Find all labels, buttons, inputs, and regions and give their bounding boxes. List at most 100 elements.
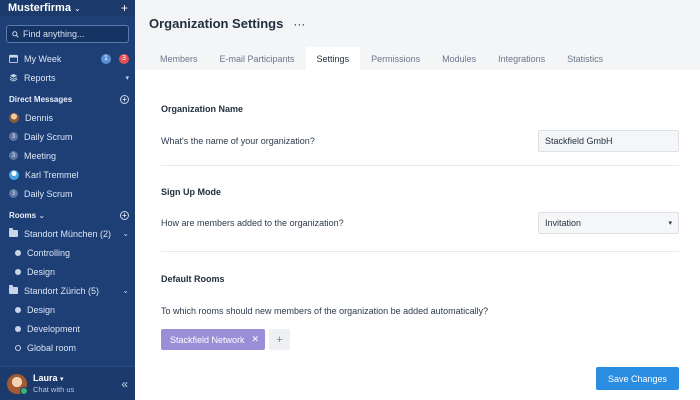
room-label: Standort Zürich (5) [24, 285, 100, 296]
add-room-icon[interactable]: + [120, 211, 129, 220]
room-dot-icon [15, 249, 21, 256]
sidebar-header: Musterfirma ⌄ + [0, 0, 135, 16]
rooms-header: Rooms ⌄ + [0, 207, 135, 224]
avatar[interactable] [7, 373, 28, 395]
section-title[interactable]: Rooms ⌄ [9, 211, 120, 220]
dm-label: Daily Scrum [24, 131, 73, 142]
section-title: Direct Messages [9, 95, 73, 104]
sidebar-item-label: My Week [24, 53, 62, 64]
folder-icon [9, 285, 18, 294]
search-input[interactable] [23, 29, 123, 39]
room-item-controlling[interactable]: Controlling [0, 243, 135, 262]
chevron-down-icon: ⌄ [73, 3, 81, 13]
settings-panel: Organization Name What's the name of you… [135, 70, 700, 400]
room-item-global-room[interactable]: Global room [0, 338, 135, 357]
dm-item-daily-scrum-2[interactable]: 3 Daily Scrum [0, 184, 135, 203]
chevron-down-icon[interactable]: ⌄ [122, 229, 129, 238]
main-content: Organization Settings ··· Members E-mail… [135, 0, 700, 400]
question-text: What's the name of your organization? [161, 136, 315, 146]
dm-label: Daily Scrum [24, 188, 73, 199]
sidebar-item-reports[interactable]: Reports ▾ [0, 68, 135, 87]
search-icon [12, 30, 19, 38]
save-changes-button[interactable]: Save Changes [596, 367, 679, 390]
room-folder-muenchen[interactable]: Standort München (2) ⌄ [0, 224, 135, 243]
user-menu[interactable]: Laura ▾ Chat with us [33, 373, 115, 393]
brand-name: Musterfirma [8, 2, 71, 14]
dm-item-daily-scrum[interactable]: 3 Daily Scrum [0, 127, 135, 146]
sidebar-item-my-week[interactable]: My Week 1 3 [0, 49, 135, 68]
org-switcher[interactable]: Musterfirma ⌄ [8, 2, 121, 14]
search-box[interactable] [6, 25, 129, 43]
room-dot-icon [15, 325, 21, 332]
direct-messages-header: Direct Messages + [0, 91, 135, 108]
close-icon[interactable]: ✕ [252, 334, 260, 345]
room-dot-icon [15, 344, 21, 351]
sidebar: Musterfirma ⌄ + My Week 1 3 Reports ▾ Di… [0, 0, 135, 400]
member-count-icon: 3 [9, 189, 18, 198]
alert-badge: 3 [119, 53, 129, 64]
room-label: Development [27, 323, 81, 334]
page-header: Organization Settings ··· [135, 0, 700, 47]
add-direct-message-icon[interactable]: + [120, 95, 129, 104]
user-status: Chat with us [33, 384, 75, 394]
section-title: Sign Up Mode [161, 187, 221, 197]
default-rooms-section: Default Rooms To which rooms should new … [161, 252, 679, 390]
add-room-button[interactable]: + [269, 329, 291, 350]
signup-mode-section: Sign Up Mode How are members added to th… [161, 166, 679, 252]
chevron-down-icon: ▾ [125, 74, 129, 82]
chevron-down-icon: ▾ [668, 220, 672, 227]
question-text: To which rooms should new members of the… [161, 306, 489, 316]
dm-label: Dennis [25, 112, 54, 123]
tab-permissions[interactable]: Permissions [360, 47, 431, 70]
room-item-design-2[interactable]: Design [0, 300, 135, 319]
dm-item-meeting[interactable]: 3 Meeting [0, 146, 135, 165]
room-dot-icon [15, 268, 21, 275]
tab-statistics[interactable]: Statistics [556, 47, 614, 70]
chevron-down-icon: ⌄ [38, 211, 46, 220]
room-chip: Stackfield Network ✕ [161, 329, 266, 350]
user-bar: Laura ▾ Chat with us « [0, 366, 135, 400]
room-label: Controlling [27, 247, 71, 258]
room-label: Global room [27, 342, 77, 353]
avatar [9, 169, 19, 180]
plus-icon[interactable]: + [121, 2, 128, 14]
member-count-icon: 3 [9, 151, 18, 160]
user-name: Laura ▾ [33, 373, 115, 384]
dm-label: Meeting [24, 150, 57, 161]
dm-item-dennis[interactable]: Dennis [0, 108, 135, 127]
chevron-down-icon[interactable]: ⌄ [122, 286, 129, 295]
room-item-design[interactable]: Design [0, 262, 135, 281]
page-title: Organization Settings [149, 16, 284, 31]
org-name-field[interactable]: Stackfield GmbH [538, 130, 679, 152]
tab-email-participants[interactable]: E-mail Participants [209, 47, 306, 70]
org-name-section: Organization Name What's the name of you… [161, 70, 679, 166]
signup-mode-select[interactable]: Invitation ▾ [538, 212, 679, 234]
room-folder-zuerich[interactable]: Standort Zürich (5) ⌄ [0, 281, 135, 300]
dm-item-karl-tremmel[interactable]: Karl Tremmel [0, 165, 135, 184]
collapse-sidebar-icon[interactable]: « [121, 377, 128, 391]
member-count-icon: 3 [9, 132, 18, 141]
section-title: Organization Name [161, 104, 244, 114]
more-options-icon[interactable]: ··· [293, 17, 305, 31]
sidebar-item-label: Reports [24, 72, 56, 83]
chevron-down-icon: ▾ [60, 376, 64, 384]
room-dot-icon [15, 306, 21, 313]
layers-icon [9, 73, 18, 82]
tab-modules[interactable]: Modules [431, 47, 487, 70]
tab-bar: Members E-mail Participants Settings Per… [135, 47, 700, 70]
avatar [9, 112, 19, 123]
question-text: How are members added to the organizatio… [161, 218, 344, 228]
room-chip-label: Stackfield Network [170, 334, 245, 345]
count-badge: 1 [101, 53, 111, 64]
folder-icon [9, 228, 18, 237]
room-label: Design [27, 266, 56, 277]
user-name-text: Laura [33, 373, 58, 384]
room-chip-list: Stackfield Network ✕ + [161, 329, 291, 350]
tab-members[interactable]: Members [149, 47, 209, 70]
room-item-development[interactable]: Development [0, 319, 135, 338]
rooms-title: Rooms [9, 211, 37, 220]
tab-settings[interactable]: Settings [305, 47, 361, 70]
signup-mode-value: Invitation [545, 218, 582, 228]
tab-integrations[interactable]: Integrations [487, 47, 556, 70]
org-name-value: Stackfield GmbH [545, 136, 613, 146]
